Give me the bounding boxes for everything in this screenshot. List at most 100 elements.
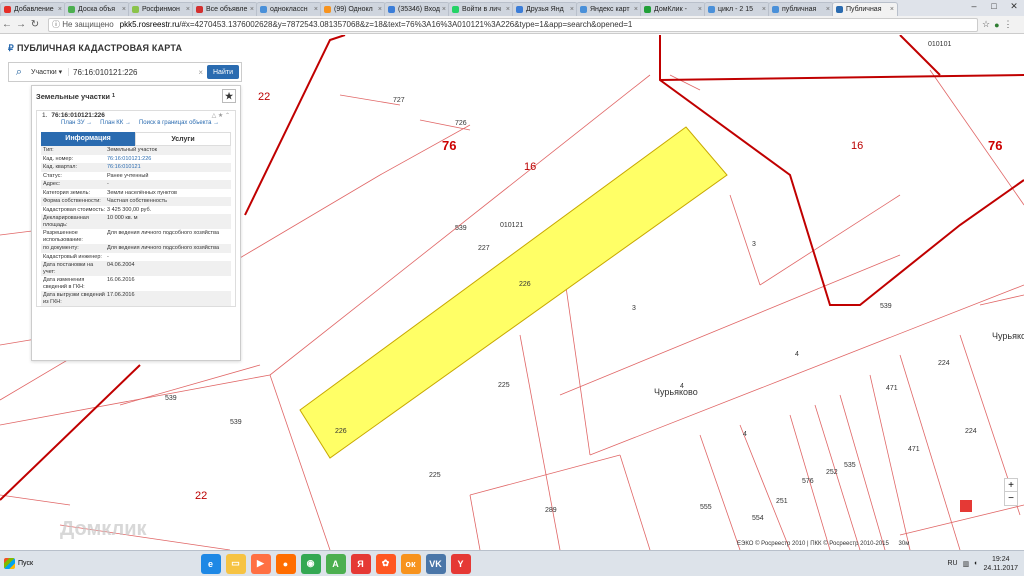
card-index: 1. bbox=[42, 112, 48, 119]
reload-icon[interactable]: ↻ bbox=[28, 19, 42, 30]
amigo-icon[interactable]: A bbox=[325, 553, 346, 574]
close-tab-icon[interactable]: × bbox=[632, 6, 638, 13]
result-card[interactable]: 1. 76:16:010121:226 △ ★ ⌃ План ЗУ → План… bbox=[36, 110, 236, 307]
close-tab-icon[interactable]: × bbox=[568, 6, 574, 13]
browser-tab[interactable]: Друзья Янд × bbox=[512, 2, 578, 16]
close-tab-icon[interactable]: × bbox=[504, 6, 510, 13]
map-label: 554 bbox=[752, 515, 764, 522]
favorite-star-button[interactable]: ★ bbox=[222, 89, 236, 103]
info-value: 04.06.2004 bbox=[107, 262, 135, 268]
firefox-icon[interactable]: ● bbox=[275, 553, 296, 574]
yandex-icon[interactable]: Я bbox=[350, 553, 371, 574]
folder-icon[interactable]: ▭ bbox=[225, 553, 246, 574]
close-window-icon[interactable]: ✕ bbox=[1004, 0, 1024, 14]
tab-label: Добавление bbox=[14, 6, 54, 13]
map-label: 726 bbox=[455, 120, 467, 127]
network-icon[interactable]: ▥ bbox=[963, 560, 970, 568]
plan-kk-link[interactable]: План КК → bbox=[100, 120, 131, 130]
browser-tab[interactable]: одноклассн × bbox=[256, 2, 322, 16]
browser-tab[interactable]: Яндекс карт × bbox=[576, 2, 642, 16]
info-value[interactable]: 76:16:010121:226 bbox=[107, 156, 229, 163]
yandex-browser-icon[interactable]: Y bbox=[450, 553, 471, 574]
browser-tab[interactable]: Публичная × bbox=[832, 2, 898, 16]
info-key: Декларированная площадь: bbox=[43, 215, 89, 228]
chrome-icon[interactable]: ◉ bbox=[300, 553, 321, 574]
info-value: Земли населённых пунктов bbox=[107, 189, 177, 196]
marker-icon[interactable] bbox=[960, 500, 972, 512]
browser-tab[interactable]: публичная × bbox=[768, 2, 834, 16]
clear-search-icon[interactable]: × bbox=[198, 68, 203, 77]
map-label: Чурьяко bbox=[992, 331, 1024, 341]
start-label: Пуск bbox=[18, 560, 34, 567]
start-button[interactable]: Пуск bbox=[0, 553, 48, 575]
info-key: Адрес: bbox=[43, 181, 61, 187]
vk-icon[interactable]: VK bbox=[425, 553, 446, 574]
close-tab-icon[interactable]: × bbox=[440, 6, 446, 13]
clock[interactable]: 19:24 24.11.2017 bbox=[983, 555, 1018, 573]
panel-header: Земельные участки 1 ★ bbox=[32, 86, 240, 106]
search-in-bounds-link[interactable]: Поиск в границах объекта → bbox=[139, 120, 219, 130]
info-value[interactable]: 76:16:010121 bbox=[107, 164, 229, 171]
pkk-icon bbox=[836, 6, 843, 13]
close-tab-icon[interactable]: × bbox=[696, 6, 702, 13]
tab-info[interactable]: Информация bbox=[41, 132, 135, 146]
games-icon[interactable]: ✿ bbox=[375, 553, 396, 574]
close-tab-icon[interactable]: × bbox=[56, 6, 62, 13]
volume-icon[interactable]: ◖ bbox=[973, 560, 977, 567]
close-tab-icon[interactable]: × bbox=[888, 6, 894, 13]
close-tab-icon[interactable]: × bbox=[824, 6, 830, 13]
browser-tab[interactable]: Доска объя × bbox=[64, 2, 130, 16]
bookmark-star-icon[interactable]: ☆ bbox=[982, 19, 990, 30]
maximize-icon[interactable]: □ bbox=[984, 0, 1004, 14]
browser-tab[interactable]: цикл - 2 15 × bbox=[704, 2, 770, 16]
close-tab-icon[interactable]: × bbox=[312, 6, 318, 13]
plan-zu-link[interactable]: План ЗУ → bbox=[61, 120, 92, 130]
map-label: 76 bbox=[442, 138, 457, 153]
map-label: 4 bbox=[680, 383, 684, 390]
browser-tab[interactable]: Войти в лич × bbox=[448, 2, 514, 16]
language-indicator[interactable]: RU bbox=[948, 560, 958, 567]
zoom-in-button[interactable]: + bbox=[1005, 479, 1017, 492]
scale-bar: 30м bbox=[898, 541, 910, 547]
search-input[interactable] bbox=[69, 64, 199, 80]
ie-icon[interactable]: e bbox=[200, 553, 221, 574]
search-icon bbox=[708, 6, 715, 13]
search-type-select[interactable]: Участки ▾ bbox=[29, 68, 69, 76]
close-tab-icon[interactable]: × bbox=[248, 6, 254, 13]
extension-icon[interactable]: ● bbox=[994, 20, 999, 30]
browser-tab[interactable]: ДомКлик - × bbox=[640, 2, 706, 16]
url-field[interactable]: ⓘ Не защищено pkk5.rosreestr.ru/#x=42704… bbox=[48, 17, 978, 32]
browser-tab[interactable]: (99) Однокл × bbox=[320, 2, 386, 16]
browser-tab[interactable]: Все объявле × bbox=[192, 2, 258, 16]
browser-tab[interactable]: Росфинмон × bbox=[128, 2, 194, 16]
search-icon bbox=[772, 6, 779, 13]
forward-icon[interactable]: → bbox=[14, 19, 28, 30]
tab-services[interactable]: Услуги bbox=[135, 132, 231, 146]
whatsapp-icon bbox=[452, 6, 459, 13]
menu-icon[interactable]: ⋮ bbox=[1004, 19, 1013, 30]
zoom-control: + − bbox=[1004, 478, 1018, 506]
map-attribution: ЕЭКО © Росреестр 2010 | ПКК © Росреестр … bbox=[737, 541, 909, 547]
close-tab-icon[interactable]: × bbox=[760, 6, 766, 13]
browser-tab[interactable]: (35346) Вход × bbox=[384, 2, 450, 16]
info-value: - bbox=[107, 253, 109, 260]
card-actions-icon[interactable]: △ ★ ⌃ bbox=[212, 112, 230, 119]
map-label: 225 bbox=[498, 382, 510, 389]
selected-parcel-226[interactable] bbox=[299, 126, 728, 459]
media-icon[interactable]: ▶ bbox=[250, 553, 271, 574]
info-row: по документу: Для ведения личного подсобн… bbox=[41, 244, 231, 253]
minimize-icon[interactable]: – bbox=[964, 0, 984, 14]
info-value: Частная собственность bbox=[107, 198, 168, 204]
search-button[interactable]: Найти bbox=[207, 65, 239, 79]
domclick-watermark: Домклик bbox=[60, 518, 147, 540]
zoom-out-button[interactable]: − bbox=[1005, 492, 1017, 505]
odnoklassniki-icon[interactable]: ок bbox=[400, 553, 421, 574]
close-tab-icon[interactable]: × bbox=[184, 6, 190, 13]
search-icon[interactable]: ⌕ bbox=[9, 66, 29, 79]
security-indicator[interactable]: ⓘ Не защищено bbox=[52, 19, 114, 30]
tab-label: ДомКлик - bbox=[654, 6, 687, 13]
close-tab-icon[interactable]: × bbox=[120, 6, 126, 13]
close-tab-icon[interactable]: × bbox=[376, 6, 382, 13]
back-icon[interactable]: ← bbox=[0, 19, 14, 30]
browser-tab[interactable]: Добавление × bbox=[0, 2, 66, 16]
